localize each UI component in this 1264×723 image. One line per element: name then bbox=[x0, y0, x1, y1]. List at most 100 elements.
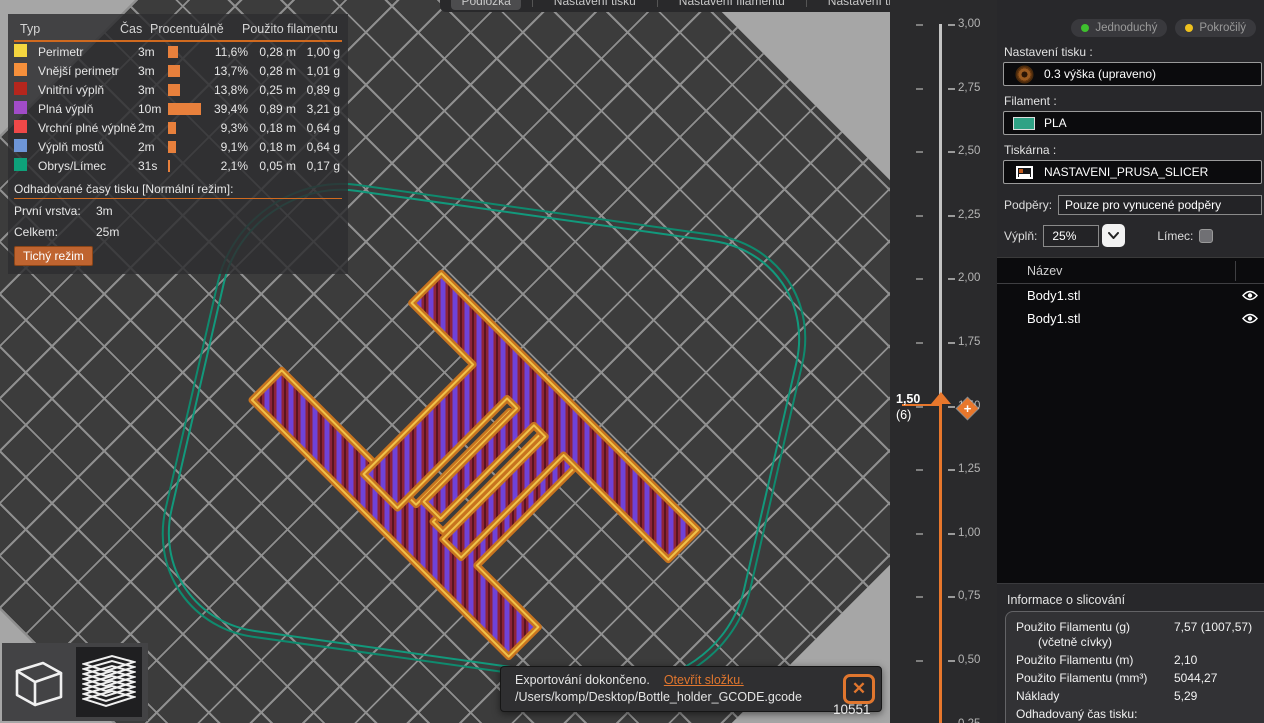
info-row-value: 2,10 bbox=[1174, 653, 1198, 667]
object-list-item[interactable]: Body1.stl bbox=[997, 307, 1264, 330]
tab-filament-settings[interactable]: Nastavení filamentu bbox=[669, 0, 795, 10]
mode-advanced-button[interactable]: Pokročilý bbox=[1175, 19, 1256, 37]
print-settings-value: 0.3 výška (upraveno) bbox=[1044, 67, 1157, 81]
preview-view-button[interactable] bbox=[76, 647, 142, 717]
sliced-info-row: Použito Filamentu (mm³) 5044,27 bbox=[1016, 671, 1258, 686]
sliced-info-row: Použito Filamentu (m) 2,10 bbox=[1016, 653, 1258, 668]
layer-tick: 2,25 bbox=[890, 209, 997, 223]
visibility-eye-icon[interactable] bbox=[1236, 290, 1264, 301]
legend-row-label: Obrys/Límec bbox=[38, 158, 107, 173]
brim-checkbox[interactable] bbox=[1199, 228, 1214, 243]
filament-label: Filament : bbox=[1004, 94, 1057, 108]
view-toggle-group bbox=[2, 643, 148, 721]
chevron-down-icon bbox=[1108, 232, 1120, 239]
cube-icon bbox=[13, 653, 65, 712]
settings-tabbar: Podložka Nastavení tisku Nastavení filam… bbox=[440, 0, 948, 12]
legend-panel: Typ Čas Procentuálně Použito filamentu P… bbox=[8, 14, 348, 274]
legend-row-label: Vnitřní výplň bbox=[38, 82, 105, 97]
infill-dropdown-button[interactable] bbox=[1102, 224, 1126, 247]
silent-mode-button[interactable]: Tichý režim bbox=[14, 246, 93, 266]
toast-close-button[interactable]: ✕ bbox=[843, 674, 875, 704]
export-toast: Exportování dokončeno. Otevřít složku. /U… bbox=[500, 666, 882, 712]
print-settings-label: Nastavení tisku : bbox=[1004, 45, 1093, 59]
legend-row: Plná výplň 10m 39,4% 0,89 m 3,21 g bbox=[14, 99, 342, 118]
percent-bar bbox=[168, 141, 176, 154]
sliced-info-panel: Použito Filamentu (g) (včetně cívky) 7,5… bbox=[1005, 611, 1264, 723]
sliced-info-title: Informace o slicování bbox=[997, 583, 1264, 611]
printer-combo[interactable]: NASTAVENI_PRUSA_SLICER bbox=[1003, 160, 1262, 184]
print-settings-combo[interactable]: 0.3 výška (upraveno) bbox=[1003, 62, 1262, 86]
layer-tick-value: 2,00 bbox=[958, 272, 981, 285]
visibility-eye-icon[interactable] bbox=[1236, 313, 1264, 324]
legend-row-time: 2m bbox=[138, 120, 155, 135]
legend-row-time: 10m bbox=[138, 101, 162, 116]
legend-row-percent: 9,3% bbox=[220, 120, 248, 135]
info-row-label: Odhadovaný čas tisku: bbox=[1016, 707, 1138, 721]
filament-color-swatch bbox=[1013, 116, 1035, 130]
legend-row-label: Perimetr bbox=[38, 44, 84, 59]
filament-role-swatch bbox=[14, 81, 27, 95]
gear-icon bbox=[1016, 66, 1032, 82]
object-list-item[interactable]: Body1.stl bbox=[997, 284, 1264, 307]
legend-row-label: Výplň mostů bbox=[38, 139, 105, 154]
filament-role-swatch bbox=[14, 138, 27, 152]
legend-row-weight: 0,17 g bbox=[306, 158, 340, 173]
legend-row-time: 31s bbox=[138, 158, 158, 173]
legend-row: Vnitřní výplň 3m 13,8% 0,25 m 0,89 g bbox=[14, 80, 342, 99]
filament-value: PLA bbox=[1044, 116, 1067, 130]
legend-row-percent: 13,7% bbox=[213, 63, 248, 78]
printer-label: Tiskárna : bbox=[1004, 143, 1057, 157]
supports-select[interactable]: Pouze pro vynucené podpěry bbox=[1058, 195, 1262, 215]
preview-viewport[interactable]: Typ Čas Procentuálně Použito filamentu P… bbox=[0, 0, 890, 723]
legend-row-percent: 13,8% bbox=[213, 82, 248, 97]
legend-header: Typ Čas Procentuálně Použito filamentu bbox=[14, 18, 342, 42]
infill-select[interactable]: 25% bbox=[1043, 224, 1100, 247]
legend-row-weight: 0,64 g bbox=[306, 139, 340, 154]
legend-row-weight: 0,64 g bbox=[306, 120, 340, 135]
legend-row-percent: 11,6% bbox=[214, 44, 248, 59]
object-name: Body1.stl bbox=[1027, 311, 1081, 326]
layer-tick-value: 0,50 bbox=[958, 654, 981, 666]
percent-bar bbox=[168, 65, 180, 78]
info-row-label: Náklady bbox=[1016, 689, 1060, 703]
sliced-info-row: Náklady 5,29 bbox=[1016, 689, 1258, 704]
right-sidebar: Jednoduchý Pokročilý Nastavení tisku : 0… bbox=[997, 0, 1264, 723]
simple-mode-dot-icon bbox=[1081, 24, 1090, 32]
legend-row-label: Plná výplň bbox=[38, 101, 94, 116]
layer-tick-value: 0,75 bbox=[958, 590, 981, 603]
legend-row-label: Vnější perimetr bbox=[38, 63, 119, 78]
current-layer-index: (6) bbox=[896, 408, 912, 422]
filament-combo[interactable]: PLA bbox=[1003, 111, 1262, 135]
legend-row-length: 0,18 m bbox=[259, 120, 296, 135]
editor-view-button[interactable] bbox=[6, 647, 72, 717]
layers-icon bbox=[80, 652, 138, 713]
info-row-value: 5044,27 bbox=[1174, 671, 1218, 685]
sliced-info-row: Odhadovaný čas tisku: bbox=[1016, 707, 1258, 722]
add-color-change-button[interactable]: + bbox=[956, 397, 979, 420]
exported-file-path: /Users/komp/Desktop/Bottle_holder_GCODE.… bbox=[515, 690, 802, 704]
object-list: Název Body1.stl Body1.stl bbox=[997, 257, 1264, 583]
layer-slider-handle[interactable] bbox=[931, 392, 951, 404]
layer-tick-value: 2,25 bbox=[958, 208, 981, 221]
filament-role-swatch bbox=[14, 157, 27, 171]
layer-tick-value: 1,75 bbox=[958, 336, 981, 348]
info-row-sublabel: (včetně cívky) bbox=[1038, 635, 1113, 649]
mode-simple-button[interactable]: Jednoduchý bbox=[1071, 19, 1168, 37]
legend-header-time: Čas bbox=[120, 22, 143, 36]
legend-row-length: 0,28 m bbox=[259, 44, 296, 59]
legend-row-weight: 1,01 g bbox=[306, 63, 340, 78]
legend-row-length: 0,18 m bbox=[259, 139, 296, 154]
layer-slider-track-lower[interactable] bbox=[939, 402, 942, 723]
object-name-header: Název bbox=[1027, 263, 1063, 278]
layer-tick: 1,00 bbox=[890, 527, 997, 541]
tab-print-settings[interactable]: Nastavení tisku bbox=[544, 0, 646, 10]
legend-row-percent: 2,1% bbox=[220, 158, 248, 173]
current-layer-height: 1,50 bbox=[896, 392, 921, 406]
legend-row-percent: 39,4% bbox=[213, 101, 248, 116]
legend-row: Vrchní plné výplně 2m 9,3% 0,18 m 0,64 g bbox=[14, 118, 342, 137]
open-folder-link[interactable]: Otevřít složku. bbox=[664, 673, 744, 687]
layer-tick: 0,50 bbox=[890, 654, 997, 668]
tab-plater[interactable]: Podložka bbox=[451, 0, 521, 10]
printer-value: NASTAVENI_PRUSA_SLICER bbox=[1044, 165, 1209, 179]
plus-icon: + bbox=[963, 401, 972, 416]
